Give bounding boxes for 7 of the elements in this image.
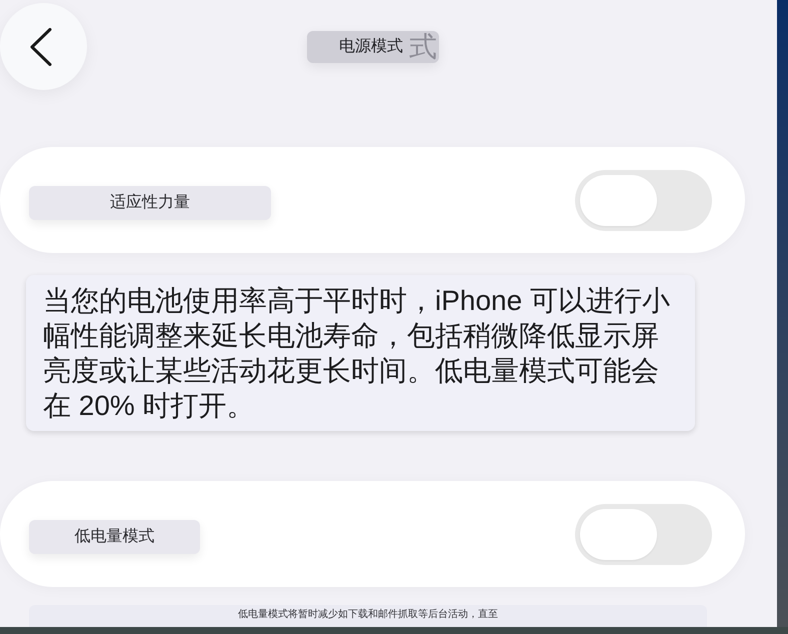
note-text: 低电量模式将暂时减少如下载和邮件抓取等后台活动，直至 <box>238 609 498 622</box>
chevron-left-icon <box>30 28 52 66</box>
setting-label: 适应性力量 <box>29 186 271 220</box>
ghost-text: 式 <box>409 32 437 62</box>
page-title: 电源模式 <box>339 37 403 57</box>
description-text: 当您的电池使用率高于平时时，iPhone 可以进行小幅性能调整来延长电池寿命，包括稍微降低显示屏亮度或让某些活动花更长时间。低电量模式可能会在 20% 时打开。 <box>43 284 671 423</box>
setting-label: 低电量模式 <box>29 520 200 554</box>
